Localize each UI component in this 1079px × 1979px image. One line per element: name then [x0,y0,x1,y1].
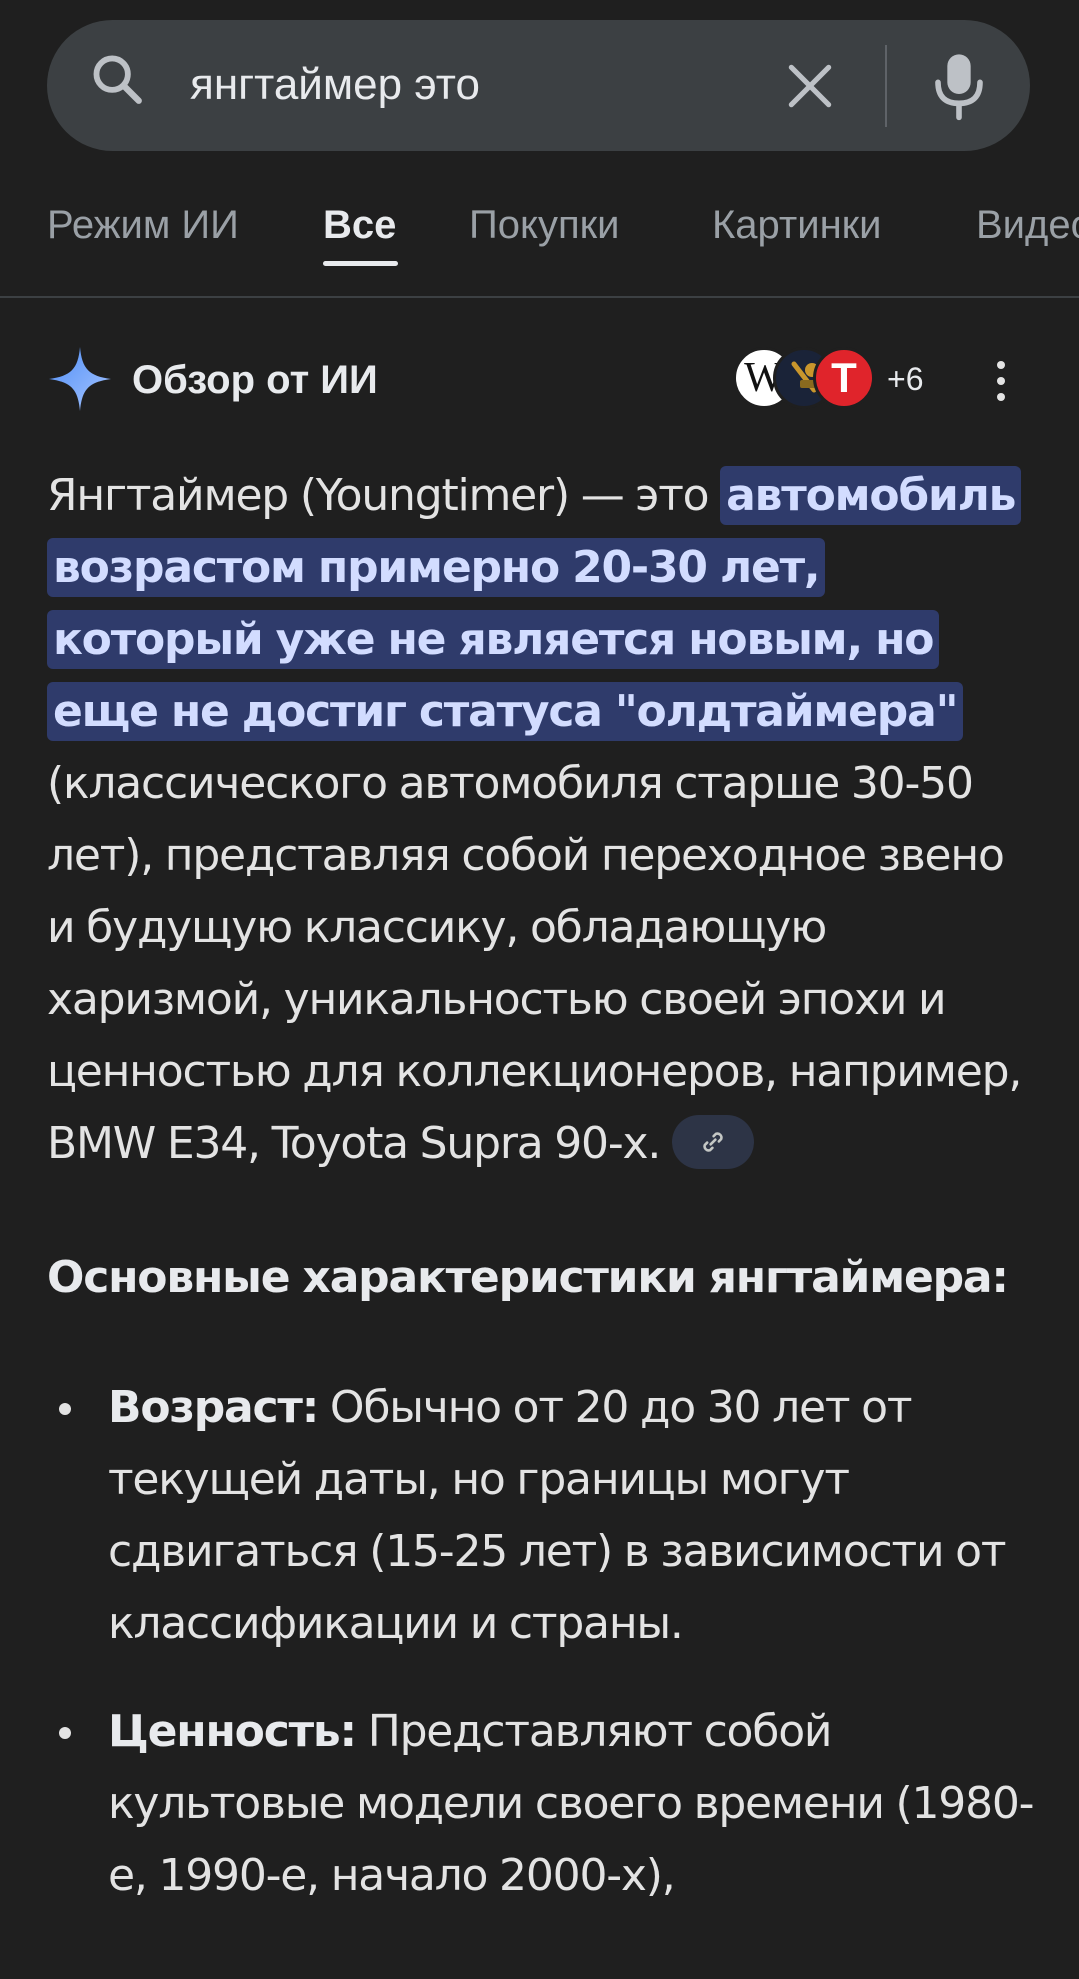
more-options-icon[interactable] [991,359,1011,403]
search-input[interactable]: янгтаймер это [190,52,480,118]
list-item: Ценность: Представляют собой культовые м… [47,1696,1037,1912]
tab-images[interactable]: Картинки [712,200,882,250]
ai-overview-content: Янгтаймер (Youngtimer) — это автомобиль … [47,460,1037,1948]
tab-shopping[interactable]: Покупки [469,200,619,250]
mic-icon[interactable] [931,52,987,122]
tab-all[interactable]: Все [323,200,396,250]
intro-paragraph: Янгтаймер (Youngtimer) — это автомобиль … [47,460,1037,1180]
source-avatars[interactable]: W T +6 [733,347,943,413]
list-item: Возраст: Обычно от 20 до 30 лет от текущ… [47,1372,1037,1660]
source-link-button[interactable] [672,1115,755,1169]
tab-videos[interactable]: Видео [976,200,1079,250]
bullet-icon [59,1727,71,1739]
section-heading: Основные характеристики янгтаймера: [47,1252,1009,1303]
link-icon [703,1132,723,1152]
ai-overview-title: Обзор от ИИ [132,358,378,402]
ai-overview-header: Обзор от ИИ W T +6 [47,345,1032,415]
search-icon[interactable] [88,50,146,108]
more-sources-count[interactable]: +6 [887,359,923,399]
tabs-divider [0,296,1079,298]
t-logo-icon[interactable]: T [813,347,875,409]
characteristics-list: Возраст: Обычно от 20 до 30 лет от текущ… [47,1372,1037,1912]
search-bar[interactable]: янгтаймер это [47,20,1030,151]
bullet-icon [59,1403,71,1415]
tab-ai-mode[interactable]: Режим ИИ [47,200,239,250]
bullet-term: Возраст: [108,1382,319,1433]
active-tab-indicator [323,261,398,266]
clear-icon[interactable] [782,58,838,114]
search-divider [885,45,887,127]
intro-text-after: (классического автомобиля старше 30-50 л… [47,758,1022,1169]
search-tabs: Режим ИИ Все Покупки Картинки Видео [0,190,1079,298]
gemini-sparkle-icon [49,347,111,411]
bullet-term: Ценность: [108,1706,357,1757]
intro-text-before: Янгтаймер (Youngtimer) — это [47,470,721,521]
